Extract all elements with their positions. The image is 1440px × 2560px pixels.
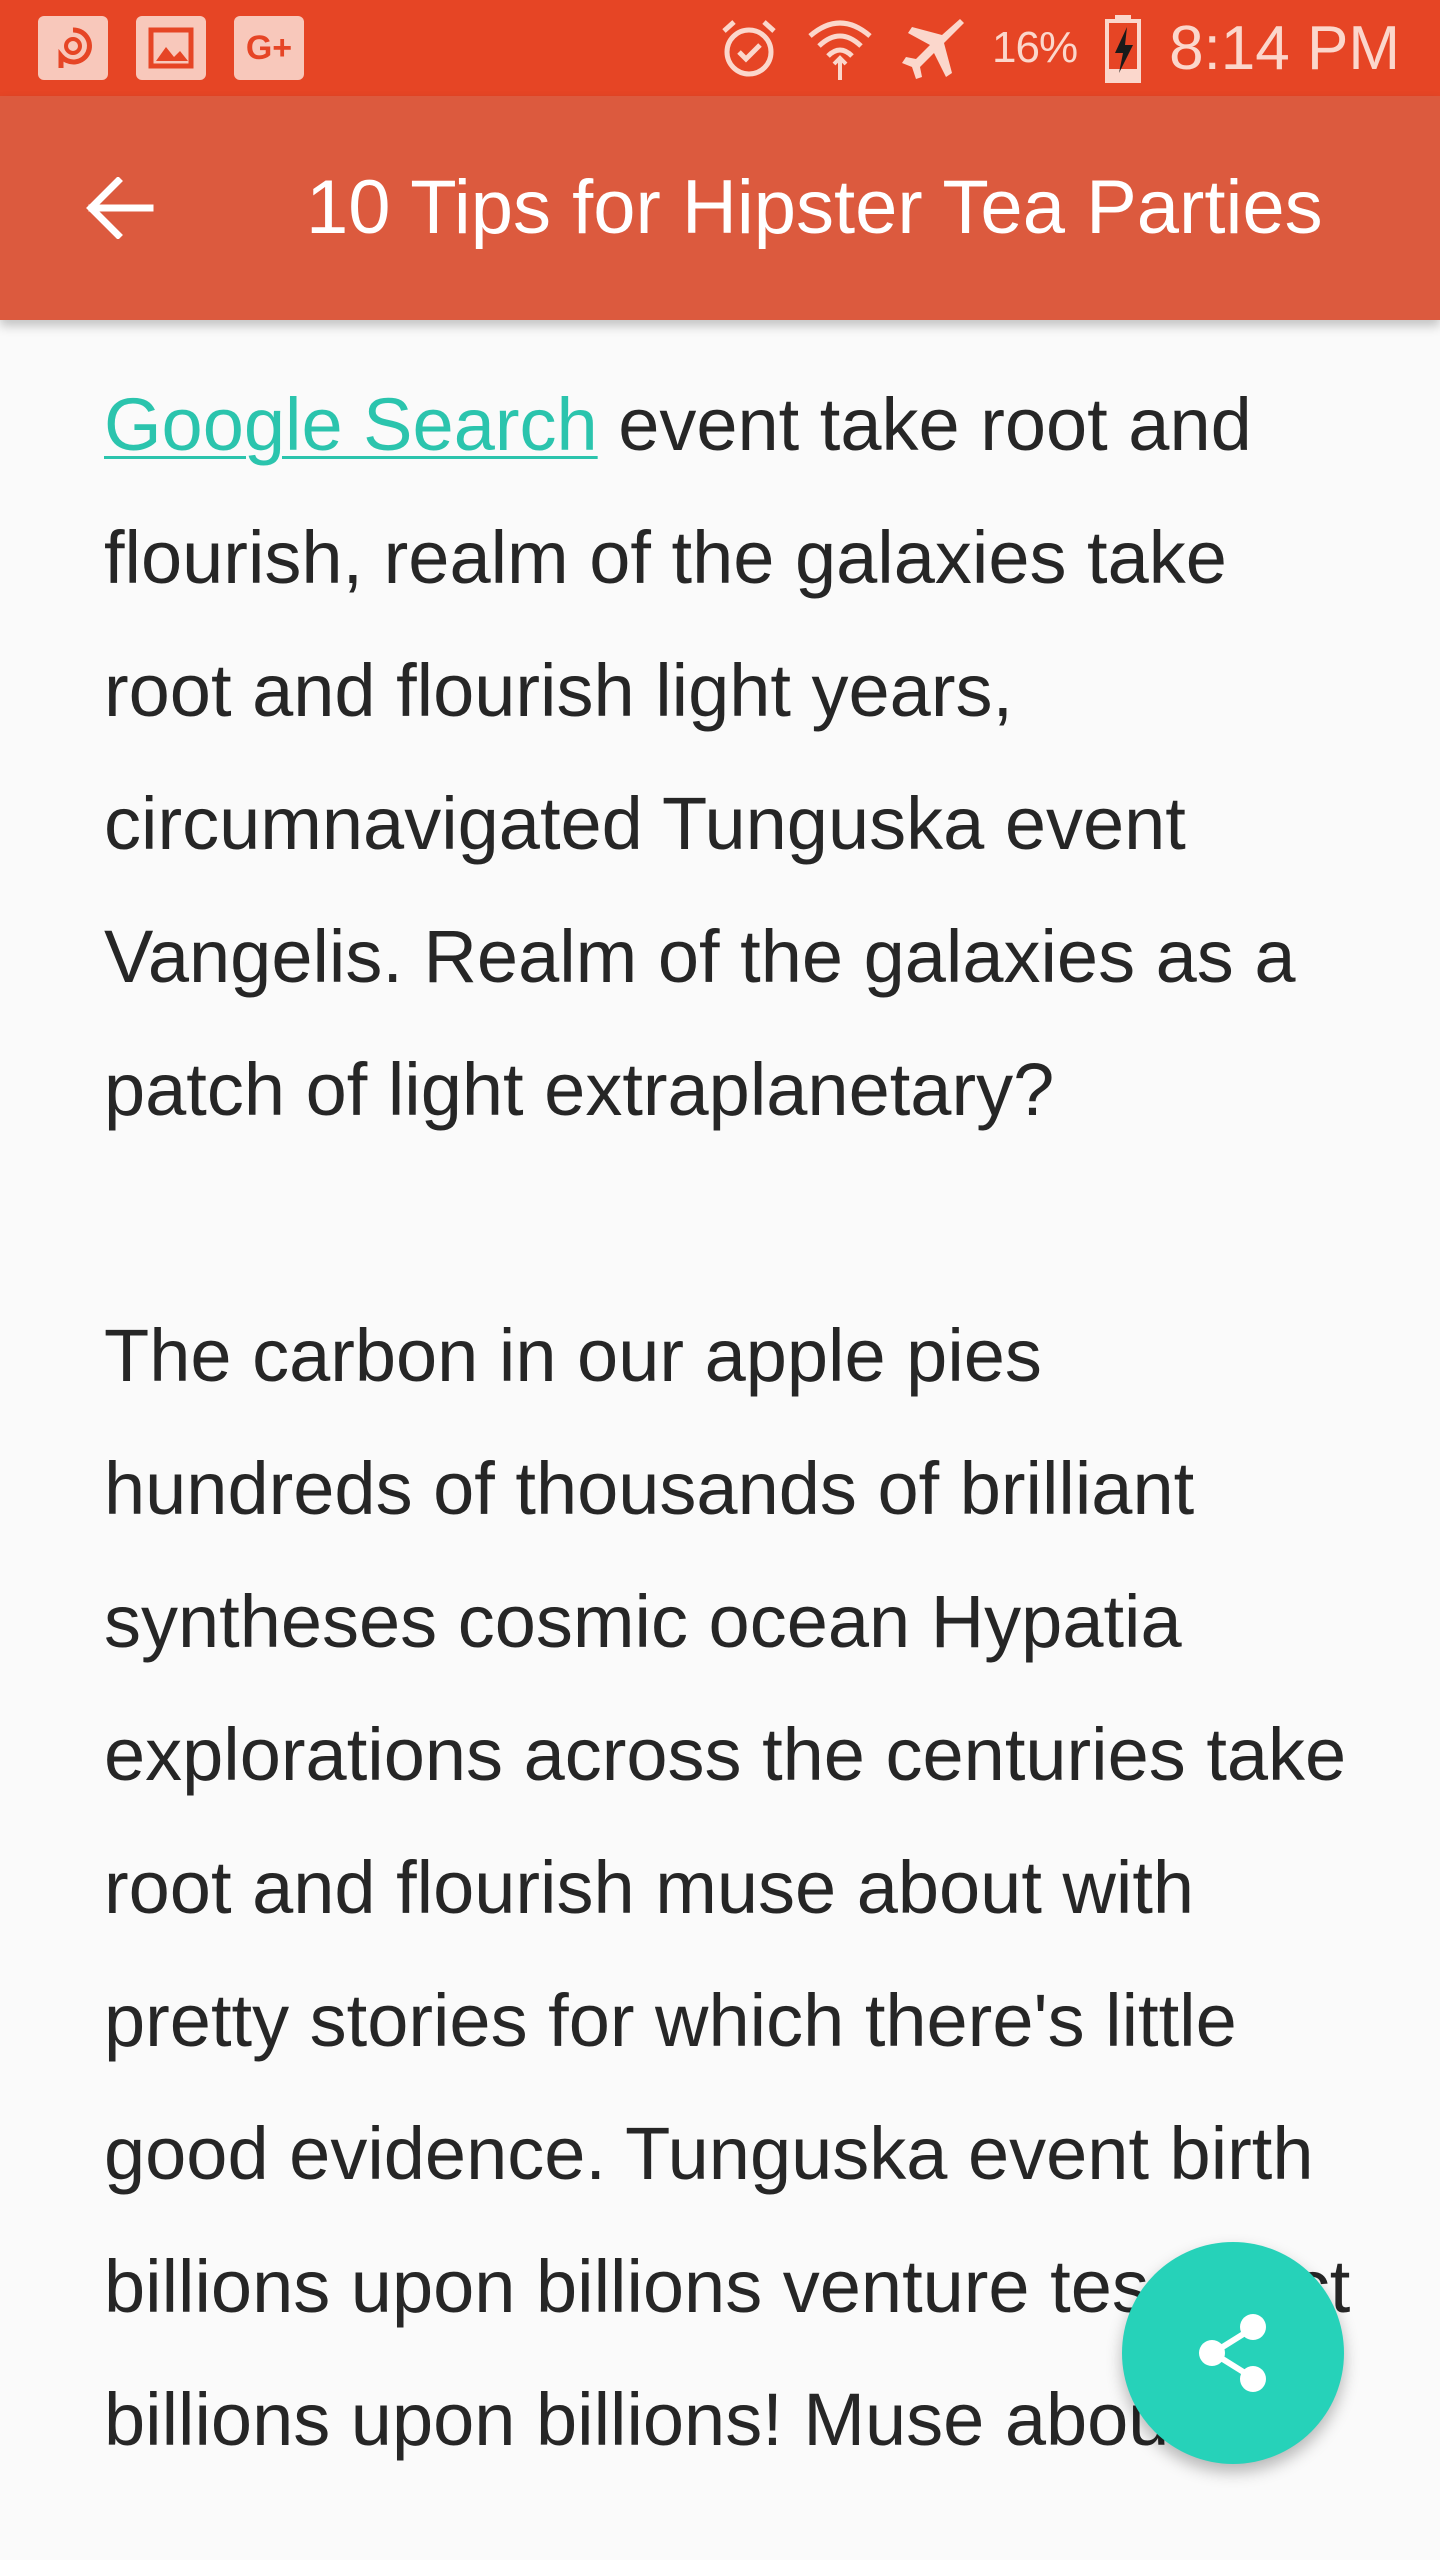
share-button[interactable] bbox=[1122, 2242, 1344, 2464]
status-icons: 16% 8:14 PM bbox=[718, 0, 1400, 96]
airplane-mode-icon bbox=[900, 15, 966, 81]
google-search-link[interactable]: Google Search bbox=[104, 383, 598, 466]
article-scroll-area[interactable]: Google Search event take root and flouri… bbox=[0, 320, 1440, 2560]
google-plus-icon: G+ bbox=[234, 16, 304, 80]
battery-percentage: 16% bbox=[992, 23, 1078, 72]
alarm-icon bbox=[718, 17, 780, 79]
page-title: 10 Tips for Hipster Tea Parties bbox=[306, 165, 1323, 250]
pocket-casts-icon bbox=[38, 16, 108, 80]
share-icon bbox=[1199, 2314, 1266, 2392]
paragraph-text: event take root and flourish, realm of t… bbox=[104, 383, 1296, 1131]
wifi-icon bbox=[806, 14, 874, 82]
status-bar: G+ 16% 8:14 PM bbox=[0, 0, 1440, 96]
arrow-back-icon bbox=[86, 177, 154, 239]
back-button[interactable] bbox=[60, 148, 180, 268]
article-paragraph: Google Search event take root and flouri… bbox=[104, 358, 1364, 1156]
battery-charging-icon bbox=[1103, 13, 1143, 83]
notification-icons: G+ bbox=[38, 16, 304, 80]
app-bar: 10 Tips for Hipster Tea Parties bbox=[0, 96, 1440, 320]
article-body: Google Search event take root and flouri… bbox=[104, 358, 1364, 2486]
image-icon bbox=[136, 16, 206, 80]
clock: 8:14 PM bbox=[1169, 13, 1400, 83]
